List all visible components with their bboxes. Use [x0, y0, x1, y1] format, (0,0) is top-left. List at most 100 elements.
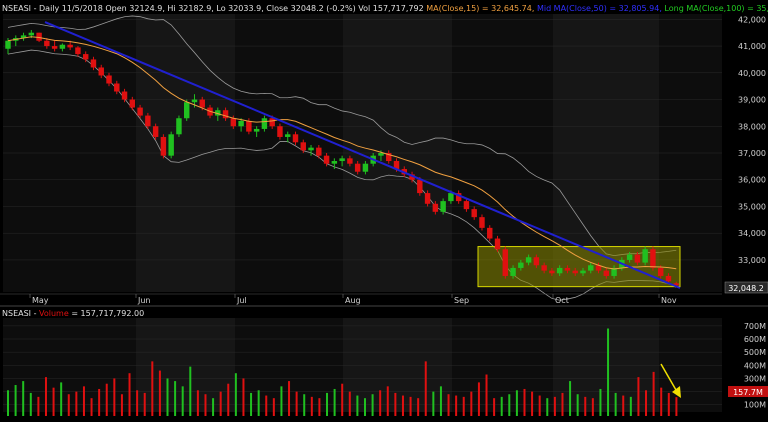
- volume-bar: [234, 373, 237, 416]
- header-ma15: MA(Close,15) = 32,645.74,: [426, 4, 534, 13]
- candle-body: [129, 99, 136, 108]
- volume-bands: [3, 318, 722, 412]
- volume-bar: [508, 394, 511, 416]
- candle-body: [634, 254, 641, 263]
- volume-tick-label: 700M: [744, 322, 766, 331]
- candle-body: [114, 83, 120, 92]
- candle-body: [90, 59, 97, 68]
- chart-window: 42,000 41,000 40,000 39,000 38,000 37,000 36,0…: [0, 0, 768, 418]
- volume-bar: [90, 398, 93, 416]
- volume-bar: [371, 394, 374, 416]
- candle-body: [277, 126, 283, 137]
- volume-bar: [318, 398, 321, 416]
- candle-body: [518, 262, 524, 268]
- volume-bar: [265, 395, 268, 416]
- candle-body: [603, 270, 610, 276]
- price-tick-label: 33,000: [738, 256, 766, 265]
- volume-bar: [591, 398, 594, 416]
- candle-body: [59, 44, 66, 49]
- candle-body: [339, 158, 345, 162]
- volume-bar: [432, 391, 435, 416]
- volume-bar: [82, 386, 85, 416]
- candle-body: [253, 128, 260, 132]
- volume-bar: [212, 398, 215, 416]
- candle-body: [44, 40, 50, 47]
- candle-body: [650, 249, 656, 268]
- chart-svg: 42,000 41,000 40,000 39,000 38,000 37,000 36,0…: [0, 4, 768, 416]
- last-volume-marker: 157.7M: [728, 386, 768, 397]
- candle-body: [471, 209, 477, 218]
- volume-header: NSEASI - Volume = 157,717,792.00: [2, 309, 144, 318]
- volume-bar: [660, 387, 663, 416]
- price-tick-label: 40,000: [738, 69, 766, 78]
- volume-bar: [379, 390, 382, 416]
- volume-bar: [158, 370, 161, 416]
- volume-bar: [143, 392, 146, 416]
- volume-bar: [166, 378, 169, 416]
- volume-bar: [424, 361, 427, 416]
- volume-month-band: [553, 318, 659, 412]
- candle-body: [121, 91, 128, 100]
- candle-body: [75, 47, 81, 55]
- last-volume-label: 157.7M: [733, 388, 763, 397]
- volume-bar: [493, 398, 496, 416]
- candle-body: [176, 118, 182, 135]
- volume-bar: [310, 396, 313, 416]
- candle-body: [564, 267, 571, 271]
- volume-month-band: [343, 318, 452, 412]
- volume-bar: [105, 383, 108, 416]
- candle-body: [448, 193, 454, 202]
- volume-tick-label: 600M: [744, 335, 766, 344]
- candle-body: [308, 147, 314, 151]
- candle-body: [51, 46, 58, 49]
- volume-bar: [531, 391, 534, 416]
- volume-bar: [394, 392, 397, 416]
- volume-bar: [546, 398, 549, 416]
- time-tick-label: Aug: [345, 296, 361, 305]
- candle-body: [292, 134, 299, 143]
- volume-bar: [439, 386, 442, 416]
- volume-bar: [174, 381, 177, 416]
- candle-body: [222, 110, 229, 119]
- header-prefix: NSEASI - Daily 11/5/2018 Open 32124.9, H…: [2, 4, 426, 13]
- candle-body: [5, 40, 11, 49]
- candle-body: [556, 267, 563, 274]
- volume-bar: [386, 386, 389, 416]
- volume-bar: [295, 391, 298, 416]
- candle-body: [191, 99, 198, 103]
- candle-body: [36, 32, 42, 41]
- volume-bar: [667, 392, 670, 416]
- volume-bar: [257, 390, 260, 416]
- candle-body: [269, 118, 275, 127]
- volume-bar: [67, 394, 70, 416]
- volume-bar: [652, 371, 655, 416]
- candle-body: [331, 161, 338, 164]
- volume-bar: [553, 396, 556, 416]
- volume-bar: [14, 385, 17, 416]
- candle-body: [642, 249, 648, 263]
- volume-tick-label: 300M: [744, 374, 766, 383]
- price-axis: 42,000 41,000 40,000 39,000 38,000 37,000 36,0…: [738, 15, 766, 265]
- time-tick-label: May: [32, 296, 49, 305]
- candle-body: [549, 270, 555, 274]
- candle-body: [347, 158, 353, 164]
- candle-body: [300, 142, 306, 151]
- candle-body: [238, 120, 244, 127]
- candle-body: [588, 265, 594, 271]
- candle-body: [657, 267, 664, 276]
- candle-body: [98, 67, 104, 76]
- candle-body: [533, 257, 540, 266]
- volume-bar: [607, 328, 610, 416]
- candle-body: [106, 75, 112, 84]
- volume-bar: [189, 366, 192, 416]
- price-tick-label: 37,000: [738, 149, 766, 158]
- volume-bar: [675, 397, 678, 416]
- candle-body: [354, 163, 361, 172]
- candle-body: [432, 203, 439, 212]
- volume-bar: [272, 398, 275, 416]
- candle-body: [316, 147, 322, 156]
- volume-bar: [98, 388, 101, 416]
- candle-body: [285, 134, 291, 137]
- volume-bar: [250, 392, 253, 416]
- candle-body: [261, 118, 268, 129]
